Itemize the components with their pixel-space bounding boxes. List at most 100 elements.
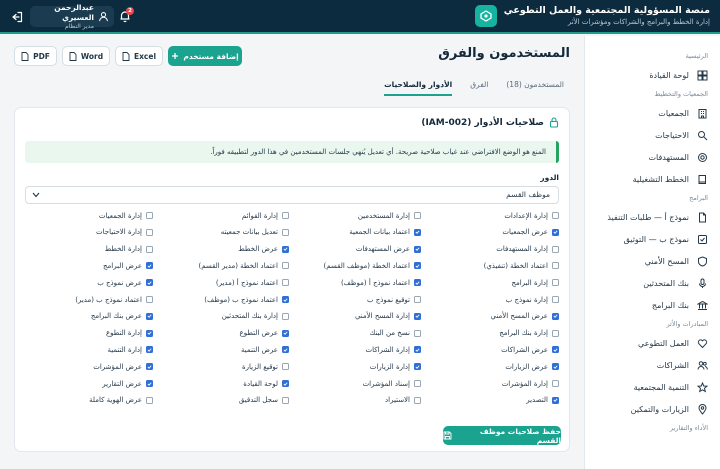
sidebar-item-targets[interactable]: المستهدفات	[585, 146, 720, 168]
sidebar-item-partnerships[interactable]: الشراكات	[585, 354, 720, 376]
permission-checkbox[interactable]	[414, 380, 421, 387]
permission-item[interactable]: عرض الهوية كاملة	[89, 395, 153, 406]
permission-checkbox[interactable]	[282, 245, 289, 253]
role-select[interactable]: موظف القسم	[25, 186, 559, 204]
permission-checkbox[interactable]	[552, 380, 559, 387]
permission-checkbox[interactable]	[282, 279, 289, 287]
tab-roles-permissions[interactable]: الأدوار والصلاحيات	[384, 76, 453, 96]
permission-checkbox[interactable]	[146, 228, 153, 236]
permission-item[interactable]: عرض المسح الأمني	[491, 311, 559, 322]
permission-item[interactable]: نسخ من البنك	[370, 328, 421, 339]
sidebar-item-form-a[interactable]: نموذج أ — طلبات التنفيذ	[585, 206, 720, 228]
permission-checkbox[interactable]	[282, 212, 289, 219]
permission-item[interactable]: عرض بنك البرامج	[91, 311, 153, 322]
permission-item[interactable]: توقيع نموذج ب	[367, 294, 421, 305]
permission-checkbox[interactable]	[146, 279, 153, 287]
permission-checkbox[interactable]	[146, 346, 153, 354]
permission-checkbox[interactable]	[146, 380, 153, 387]
permission-item[interactable]: عرض التنمية	[241, 344, 289, 355]
logout-icon[interactable]	[10, 10, 24, 24]
permission-item[interactable]: اعتماد نموذج ب (موظف)	[204, 294, 289, 305]
permission-item[interactable]: التصدير	[526, 395, 559, 406]
permission-checkbox[interactable]	[552, 346, 559, 354]
permission-item[interactable]: عرض نموذج ب	[97, 277, 153, 288]
permission-item[interactable]: عرض المستهدفات	[356, 244, 421, 255]
permission-checkbox[interactable]	[552, 228, 559, 236]
permission-checkbox[interactable]	[146, 329, 153, 337]
permission-item[interactable]: عرض الشراكات	[501, 344, 559, 355]
export-excel-button[interactable]: Excel	[115, 46, 163, 66]
permission-item[interactable]: إدارة الخطط	[105, 244, 153, 255]
permission-checkbox[interactable]	[552, 296, 559, 303]
permission-checkbox[interactable]	[282, 396, 289, 404]
permission-item[interactable]: اعتماد نموذج أ (موظف)	[341, 277, 421, 288]
permission-checkbox[interactable]	[282, 296, 289, 303]
permission-checkbox[interactable]	[414, 279, 421, 287]
permission-item[interactable]: إدارة الشراكات	[366, 344, 421, 355]
permission-item[interactable]: إدارة التنمية	[108, 344, 153, 355]
tab-users[interactable]: المستخدمون (18)	[506, 76, 564, 96]
permission-item[interactable]: لوحة القيادة	[243, 378, 289, 389]
permission-checkbox[interactable]	[282, 329, 289, 337]
permission-item[interactable]: إدارة المستخدمين	[358, 210, 421, 221]
permission-item[interactable]: الاستيراد	[385, 395, 421, 406]
permission-checkbox[interactable]	[552, 312, 559, 320]
permission-item[interactable]: عرض الخطط	[238, 244, 289, 255]
user-menu[interactable]: عبدالرحمن العسيري مدير النظام	[30, 3, 114, 30]
permission-item[interactable]: عرض التطوع	[240, 328, 289, 339]
permission-checkbox[interactable]	[552, 329, 559, 337]
permission-checkbox[interactable]	[414, 396, 421, 404]
sidebar-item-community-development[interactable]: التنمية المجتمعية	[585, 376, 720, 398]
permission-item[interactable]: إدارة الزيارات	[370, 361, 421, 372]
sidebar-item-volunteering[interactable]: العمل التطوعي	[585, 332, 720, 354]
permission-item[interactable]: اعتماد نموذج ب (مدير)	[75, 294, 153, 305]
sidebar-item-visits[interactable]: الزيارات والتمكين	[585, 398, 720, 420]
permission-item[interactable]: سجل التدقيق	[239, 395, 289, 406]
permission-item[interactable]: إدارة الإعدادات	[504, 210, 559, 221]
permission-checkbox[interactable]	[282, 363, 289, 371]
permission-checkbox[interactable]	[552, 279, 559, 287]
save-permissions-button[interactable]: حفظ صلاحيات موظف القسم	[443, 426, 561, 445]
permission-item[interactable]: عرض الزيارات	[505, 361, 559, 372]
permission-checkbox[interactable]	[414, 245, 421, 253]
permission-item[interactable]: إدارة الجمعيات	[99, 210, 153, 221]
permission-item[interactable]: إسناد المؤشرات	[363, 378, 421, 389]
permission-item[interactable]: تعديل بيانات جمعيته	[221, 227, 289, 238]
permission-item[interactable]: إدارة المستهدفات	[496, 244, 559, 255]
export-pdf-button[interactable]: PDF	[14, 46, 57, 66]
permission-checkbox[interactable]	[146, 363, 153, 371]
permission-checkbox[interactable]	[146, 312, 153, 320]
permission-item[interactable]: إدارة بنك البرامج	[499, 328, 559, 339]
permission-item[interactable]: عرض البرامج	[103, 260, 153, 271]
sidebar-item-speakers-bank[interactable]: بنك المتحدثين	[585, 272, 720, 294]
permission-item[interactable]: اعتماد نموذج أ (مدير)	[216, 277, 289, 288]
permission-item[interactable]: إدارة البرامج	[511, 277, 559, 288]
permission-item[interactable]: إدارة القوائم	[242, 210, 289, 221]
permission-item[interactable]: إدارة بنك المتحدثين	[222, 311, 289, 322]
permission-item[interactable]: اعتماد الخطة (موظف القسم)	[324, 260, 421, 271]
permission-item[interactable]: إدارة المسح الأمني	[355, 311, 421, 322]
permission-item[interactable]: عرض التقارير	[102, 378, 153, 389]
sidebar-item-dashboard[interactable]: لوحة القيادة	[585, 64, 720, 86]
permission-item[interactable]: إدارة المؤشرات	[502, 378, 559, 389]
permission-checkbox[interactable]	[146, 212, 153, 219]
add-user-button[interactable]: إضافة مستخدم	[168, 46, 242, 66]
permission-checkbox[interactable]	[282, 262, 289, 270]
sidebar-item-programs-bank[interactable]: بنك البرامج	[585, 294, 720, 316]
permission-item[interactable]: اعتماد الخطة (مدير القسم)	[198, 260, 289, 271]
permission-checkbox[interactable]	[552, 363, 559, 371]
sidebar-item-security-survey[interactable]: المسح الأمني	[585, 250, 720, 272]
permission-checkbox[interactable]	[282, 380, 289, 387]
tab-teams[interactable]: الفرق	[470, 76, 488, 96]
sidebar-item-associations[interactable]: الجمعيات	[585, 102, 720, 124]
permission-item[interactable]: عرض الجمعيات	[502, 227, 559, 238]
permission-checkbox[interactable]	[414, 296, 421, 303]
permission-checkbox[interactable]	[146, 396, 153, 404]
permission-checkbox[interactable]	[414, 212, 421, 219]
permission-checkbox[interactable]	[552, 396, 559, 404]
permission-checkbox[interactable]	[282, 312, 289, 320]
permission-item[interactable]: إدارة نموذج ب	[506, 294, 559, 305]
permission-checkbox[interactable]	[552, 262, 559, 270]
permission-checkbox[interactable]	[282, 346, 289, 354]
permission-checkbox[interactable]	[414, 363, 421, 371]
